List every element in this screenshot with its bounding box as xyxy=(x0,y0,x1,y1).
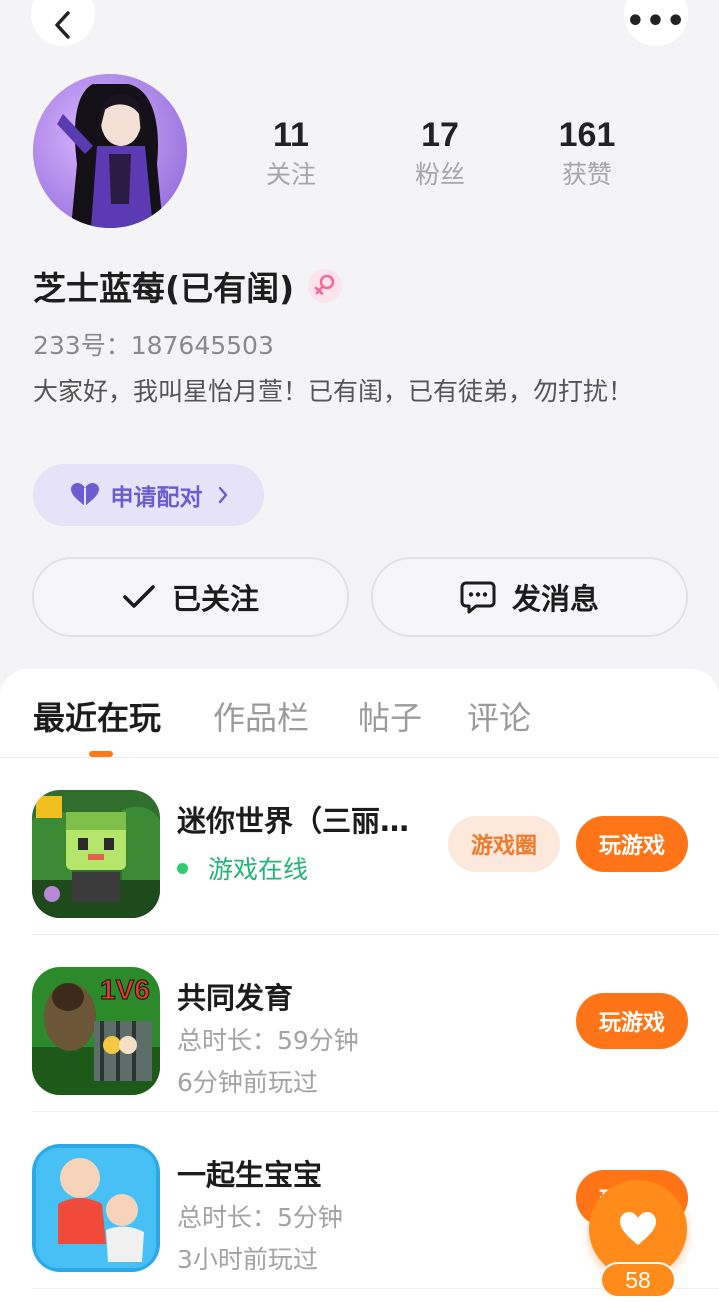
pair-request-button[interactable]: 申请配对 xyxy=(33,464,264,526)
tab-recently-played[interactable]: 最近在玩 xyxy=(33,693,161,739)
chevron-right-icon xyxy=(218,486,227,504)
play-duration: 总时长：5分钟 xyxy=(177,1203,343,1232)
game-icon: 1V6 xyxy=(32,967,160,1095)
username: 芝士蓝莓(已有闺) xyxy=(33,269,295,308)
tab-comments[interactable]: 评论 xyxy=(467,693,531,739)
heart-pair-icon xyxy=(70,483,99,506)
stat-following[interactable]: 11 关注 xyxy=(231,113,351,193)
message-button[interactable]: 发消息 xyxy=(371,557,688,637)
stat-likes[interactable]: 161 获赞 xyxy=(527,113,647,193)
play-game-button[interactable]: 玩游戏 xyxy=(576,816,688,872)
last-played: 6分钟前玩过 xyxy=(177,1068,318,1097)
game-name: 一起生宝宝 xyxy=(177,1158,323,1192)
list-item[interactable]: 1V6 共同发育 总时长：59分钟 6分钟前玩过 玩游戏 xyxy=(0,935,719,1112)
checkmark-icon xyxy=(123,585,155,608)
followers-label: 粉丝 xyxy=(414,160,465,189)
tab-posts[interactable]: 帖子 xyxy=(358,693,422,739)
following-count: 11 xyxy=(273,116,309,154)
last-played: 3小时前玩过 xyxy=(177,1245,318,1274)
pair-request-label: 申请配对 xyxy=(110,485,203,511)
username-row: 芝士蓝莓(已有闺) xyxy=(33,262,343,310)
user-id: 233号：187645503 xyxy=(33,331,274,360)
like-count-badge: 58 xyxy=(600,1262,676,1298)
list-item[interactable]: 迷你世界（三丽… 游戏在线 游戏圈 玩游戏 xyxy=(0,758,719,935)
follow-label: 已关注 xyxy=(171,582,259,616)
avatar[interactable] xyxy=(33,74,187,228)
female-icon xyxy=(308,269,343,303)
followers-count: 17 xyxy=(421,116,459,154)
game-name: 共同发育 xyxy=(177,981,294,1015)
game-icon-badge: 1V6 xyxy=(100,974,150,1005)
back-button[interactable] xyxy=(31,0,95,46)
game-icon xyxy=(32,1144,160,1272)
following-label: 关注 xyxy=(265,160,316,189)
game-status: 游戏在线 xyxy=(177,850,308,886)
tab-works[interactable]: 作品栏 xyxy=(213,693,309,739)
online-status-text: 游戏在线 xyxy=(208,855,309,884)
chat-bubble-icon xyxy=(460,581,496,614)
likes-received-label: 获赞 xyxy=(561,160,612,189)
more-button[interactable]: ••• xyxy=(624,0,688,46)
bio: 大家好，我叫星怡月萱！已有闺，已有徒弟，勿打扰！ xyxy=(33,377,634,406)
more-dots-icon: ••• xyxy=(625,4,687,39)
play-game-button[interactable]: 玩游戏 xyxy=(576,993,688,1049)
chevron-left-icon xyxy=(55,11,70,39)
game-name: 迷你世界（三丽… xyxy=(177,804,410,838)
online-dot-icon xyxy=(177,862,188,874)
heart-icon xyxy=(620,1212,656,1245)
play-duration: 总时长：59分钟 xyxy=(177,1026,359,1055)
game-circle-button[interactable]: 游戏圈 xyxy=(448,816,560,872)
likes-received-count: 161 xyxy=(558,116,616,154)
message-label: 发消息 xyxy=(511,582,599,616)
follow-button[interactable]: 已关注 xyxy=(32,557,349,637)
stat-followers[interactable]: 17 粉丝 xyxy=(380,113,500,193)
game-icon xyxy=(32,790,160,918)
